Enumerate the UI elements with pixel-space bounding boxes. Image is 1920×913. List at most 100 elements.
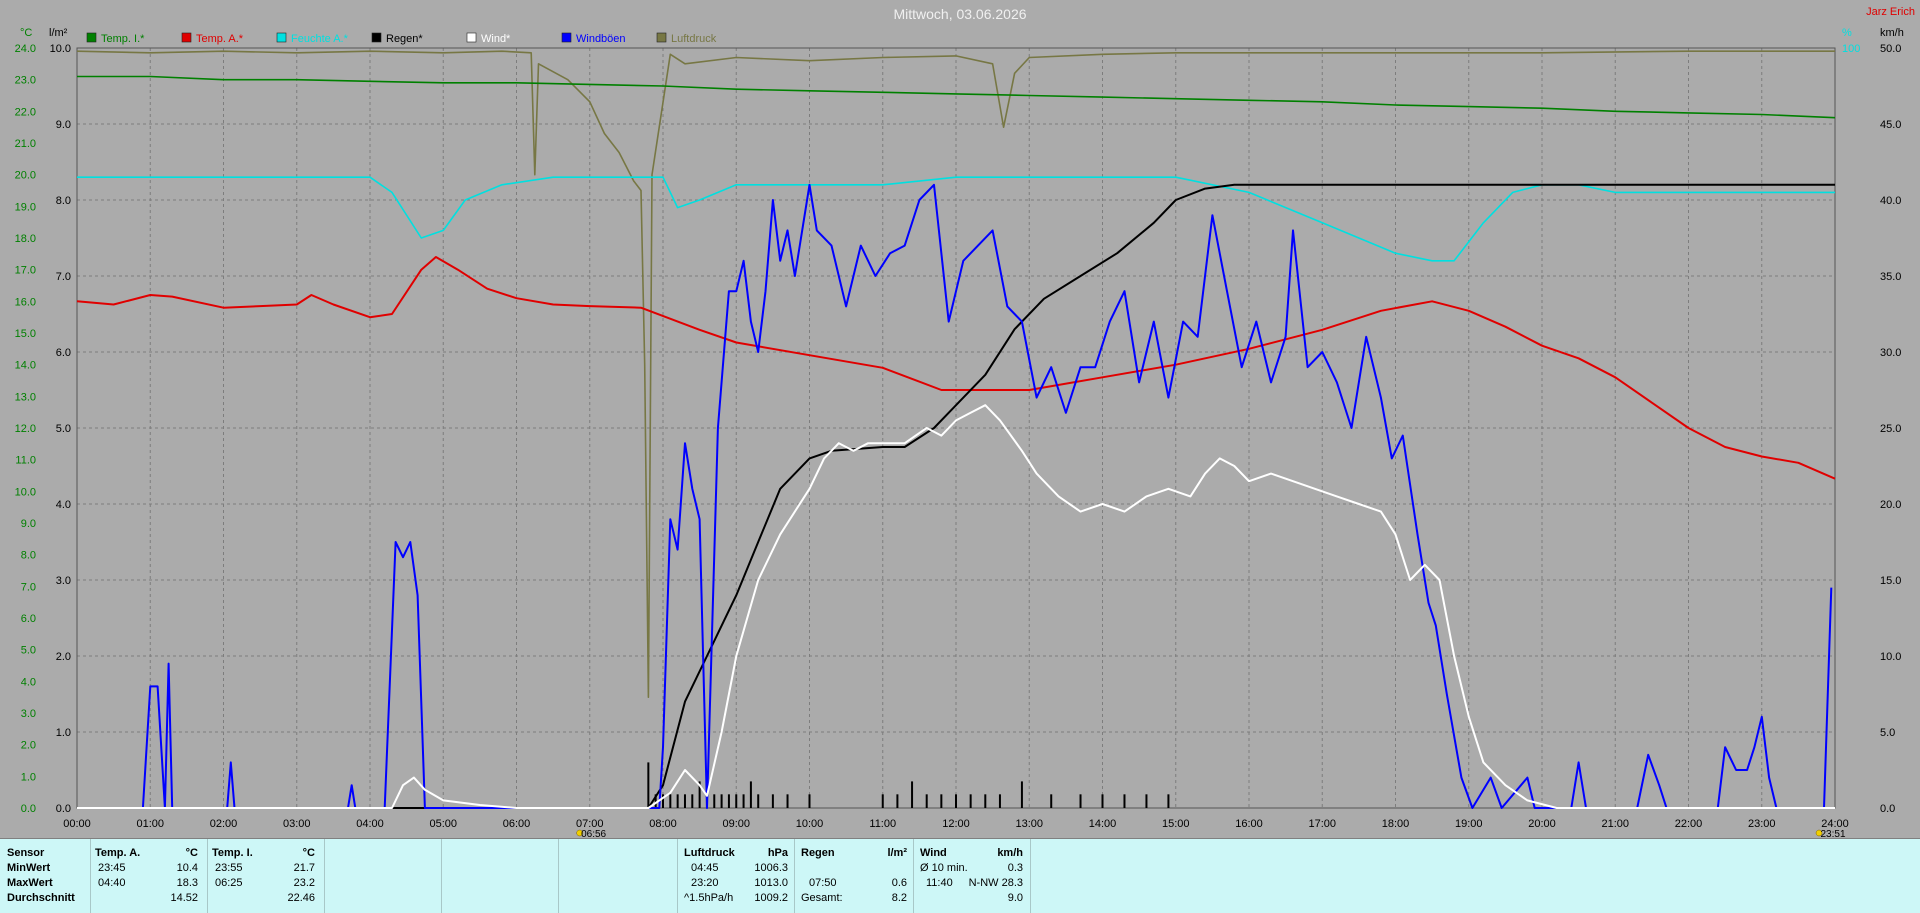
legend-swatch-pressure [656,32,667,43]
panel-separator [1030,839,1031,913]
rain-max-time: 07:50 [809,877,837,889]
rain-axis-unit: l/m² [49,27,68,39]
time-axis-tick-label: 17:00 [1308,818,1336,830]
temp-i-title: Temp. I. [212,847,253,859]
wind-axis-tick-label: 20.0 [1880,499,1901,511]
temp-a-min-value: 10.4 [176,862,198,874]
temp-axis-unit: °C [20,27,32,39]
temp-axis-tick-label: 17.0 [15,265,36,277]
rain-axis-tick-label: 0.0 [56,803,71,815]
sun-marker-label: 06:56 [581,829,606,838]
summary-panel: Sensor MinWert MaxWert Durchschnitt Temp… [0,838,1920,913]
time-axis-tick-label: 02:00 [210,818,238,830]
time-axis-tick-label: 19:00 [1455,818,1483,830]
wind-axis-tick-label: 35.0 [1880,271,1901,283]
legend-swatch-wind [466,32,477,43]
pressure-min-value: 1006.3 [754,862,788,874]
author-label: Jarz Erich [1866,6,1915,18]
temp-a-unit: °C [185,847,198,859]
temp-axis-tick-label: 8.0 [21,550,36,562]
temp-i-min-value: 21.7 [293,862,315,874]
chart-title: Mittwoch, 03.06.2026 [893,6,1026,22]
wind-axis-tick-label: 45.0 [1880,119,1901,131]
panel-separator [207,839,208,913]
temp-axis-tick-label: 9.0 [21,518,36,530]
temp-axis-tick-label: 12.0 [15,423,36,435]
sun-marker-label: 23:51 [1820,829,1845,838]
wind-unit: km/h [997,847,1023,859]
wind-axis-tick-label: 30.0 [1880,347,1901,359]
legend-label-pressure: Luftdruck [671,33,717,45]
min-label: MinWert [7,862,51,874]
time-axis-tick-label: 18:00 [1382,818,1410,830]
rain-axis-tick-label: 7.0 [56,271,71,283]
rain-total-value: 8.2 [891,892,907,904]
panel-separator [794,839,795,913]
temp-i-max-time: 06:25 [215,877,243,889]
time-axis-tick-label: 04:00 [356,818,384,830]
legend-swatch-humidity [276,32,287,43]
wind-avg10-label: Ø 10 min. [920,862,968,874]
temp-axis-tick-label: 16.0 [15,296,36,308]
wind-axis-tick-label: 50.0 [1880,43,1901,55]
panel-separator [913,839,914,913]
rain-unit: l/m² [887,847,907,859]
temp-axis-tick-label: 18.0 [15,233,36,245]
wind-axis-tick-label: 40.0 [1880,195,1901,207]
panel-separator [558,839,559,913]
wind-avg-value: 9.0 [1007,892,1023,904]
time-axis-tick-label: 13:00 [1015,818,1043,830]
legend-label-gusts: Windböen [576,33,626,45]
wind-max-value: N-NW 28.3 [968,877,1023,889]
temp-axis-tick-label: 23.0 [15,75,36,87]
pressure-max-time: 23:20 [691,877,719,889]
wind-max-time: 11:40 [926,877,953,889]
humidity-axis-unit: % [1842,27,1852,39]
panel-separator [90,839,91,913]
pressure-min-time: 04:45 [691,862,719,874]
temp-axis-tick-label: 20.0 [15,170,36,182]
temp-a-avg-value: 14.52 [170,892,198,904]
panel-separator [677,839,678,913]
rain-axis-tick-label: 9.0 [56,119,71,131]
temp-axis-tick-label: 15.0 [15,328,36,340]
temp-axis-tick-label: 5.0 [21,645,36,657]
chart-area: 0.0 1.0 2.0 3.0 4.0 5.0 6.0 7.0 8.0 9.0 10.0 11.0 12… [0,0,1920,838]
panel-separator [441,839,442,913]
time-axis-tick-label: 09:00 [722,818,750,830]
time-axis-tick-label: 03:00 [283,818,311,830]
legend-label-rain: Regen* [386,33,423,45]
max-label: MaxWert [7,877,53,889]
legend-label-humidity: Feuchte A.* [291,33,349,45]
time-axis-tick-label: 20:00 [1528,818,1556,830]
temp-a-min-time: 23:45 [98,862,126,874]
time-axis-tick-label: 15:00 [1162,818,1190,830]
rain-axis-tick-label: 2.0 [56,651,71,663]
legend-label-wind: Wind* [481,33,511,45]
wind-axis-tick-label: 25.0 [1880,423,1901,435]
time-axis-tick-label: 12:00 [942,818,970,830]
rain-max-value: 0.6 [891,877,907,889]
temp-axis-tick-label: 6.0 [21,613,36,625]
panel-separator [324,839,325,913]
temp-axis-tick-label: 0.0 [21,803,36,815]
rain-axis-tick-label: 10.0 [50,43,71,55]
temp-axis-tick-label: 24.0 [15,43,36,55]
temp-axis-tick-label: 13.0 [15,391,36,403]
time-axis-tick-label: 21:00 [1601,818,1629,830]
temp-axis-tick-label: 14.0 [15,360,36,372]
temp-axis-tick-label: 22.0 [15,106,36,118]
temp-axis-tick-label: 11.0 [15,455,36,467]
temp-a-title: Temp. A. [95,847,141,859]
pressure-trend-label: ^1.5hPa/h [684,892,734,904]
wind-axis-tick-label: 0.0 [1880,803,1895,815]
temp-i-max-value: 23.2 [293,877,315,889]
temp-axis-tick-label: 21.0 [15,138,36,150]
legend-label-temp_inside: Temp. I.* [101,33,145,45]
rain-axis-tick-label: 1.0 [56,727,71,739]
time-axis-tick-label: 14:00 [1089,818,1117,830]
legend-swatch-rain [371,32,382,43]
time-axis-tick-label: 16:00 [1235,818,1263,830]
temp-axis-tick-label: 19.0 [15,201,36,213]
weather-chart: 0.0 1.0 2.0 3.0 4.0 5.0 6.0 7.0 8.0 9.0 10.0 11.0 12… [0,0,1920,838]
